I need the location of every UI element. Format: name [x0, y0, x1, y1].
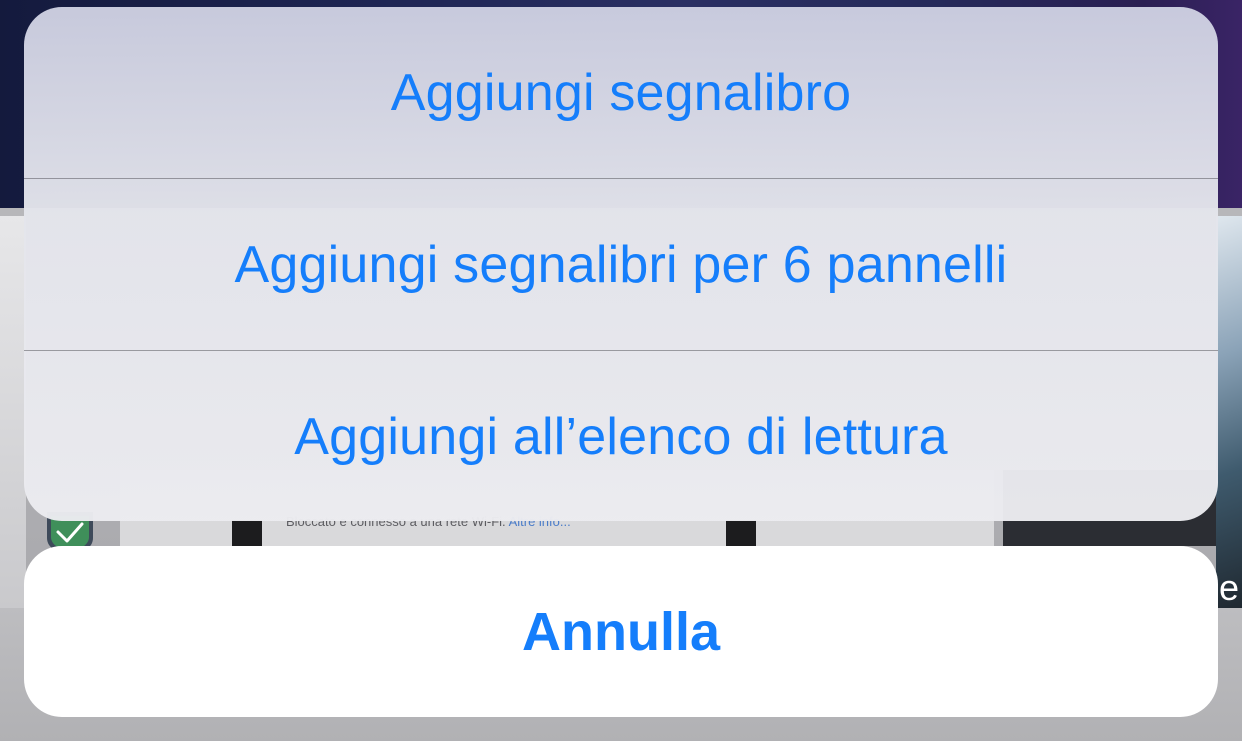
background-card-bar-left	[232, 520, 262, 546]
background-left-tab	[0, 216, 26, 608]
add-to-reading-list-button[interactable]: Aggiungi all’elenco di lettura	[24, 351, 1218, 521]
background-right-letter: e	[1219, 567, 1240, 608]
background-card-bar-right	[726, 520, 756, 546]
cancel-button[interactable]: Annulla	[24, 546, 1218, 717]
background-right-tab-photo	[1216, 216, 1242, 608]
action-sheet-group: Aggiungi segnalibro Aggiungi segnalibri …	[24, 7, 1218, 521]
add-bookmark-button[interactable]: Aggiungi segnalibro	[24, 7, 1218, 178]
add-bookmarks-for-tabs-button[interactable]: Aggiungi segnalibri per 6 pannelli	[24, 179, 1218, 350]
